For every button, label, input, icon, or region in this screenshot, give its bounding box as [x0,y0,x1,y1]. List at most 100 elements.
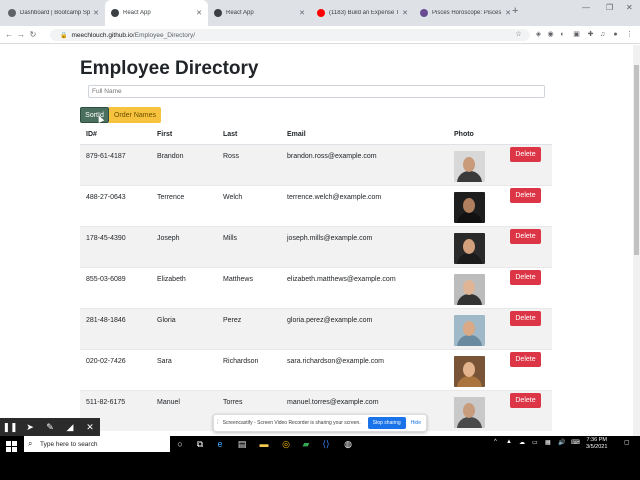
scrollbar-thumb[interactable] [634,65,639,255]
tray-icon[interactable]: ▲ [506,439,512,445]
delete-button[interactable]: Delete [510,269,541,285]
reload-icon[interactable]: ↻ [27,30,39,39]
cortana-icon[interactable]: ○ [174,438,186,450]
close-icon[interactable]: ✕ [80,422,100,433]
back-icon[interactable]: ← [3,30,15,39]
lock-icon: 🔒 [60,32,68,39]
table-row: 879-61-4187 Brandon Ross brandon.ross@examp… [80,143,552,185]
actions-cell: Delete [504,184,552,226]
store-icon[interactable]: ▤ [236,438,248,450]
forward-icon[interactable]: → [15,30,27,39]
taskbar-search-box[interactable]: ⌕ Type here to search [24,436,170,452]
avatar[interactable]: ● [611,30,620,39]
column-header-actions [504,126,552,145]
extension-icon[interactable]: ◈ [534,30,543,39]
menu-icon[interactable]: ⋮ [625,30,634,39]
order-names-button[interactable]: Order Names [109,107,161,123]
search-input[interactable] [88,85,545,98]
column-header-first: First [151,126,217,145]
clock-date: 3/5/2021 [586,444,608,450]
vscode-icon[interactable]: ⟨⟩ [320,438,332,450]
employee-id: 178-45-4390 [80,225,151,267]
pause-icon[interactable]: ❚❚ [0,422,20,433]
stop-sharing-button[interactable]: Stop sharing [367,417,406,429]
delete-button[interactable]: Delete [510,392,541,408]
photo-face [463,156,475,172]
employee-first-name: Elizabeth [151,266,217,308]
chrome-icon[interactable]: ◎ [280,438,292,450]
media-icon[interactable]: ♫ [598,30,607,39]
star-icon[interactable]: ☆ [514,30,523,39]
tray-chevron-icon[interactable]: ^ [494,439,497,445]
photo-cell [448,184,504,226]
edge-icon[interactable]: e [214,438,226,450]
employee-email: terrence.welch@example.com [281,184,448,226]
scrollbar[interactable] [633,45,640,437]
photo-cell [448,225,504,267]
clock[interactable]: 7:36 PM 3/5/2021 [586,437,607,451]
employee-email: sara.richardson@example.com [281,348,448,390]
browser-tab[interactable]: React App ✕ [208,0,311,26]
extension-icon[interactable]: ▣ [572,30,581,39]
page-title: Employee Directory [80,58,259,79]
actions-cell: Delete [504,307,552,349]
column-header-email: Email [281,126,448,145]
network-icon[interactable]: ▦ [545,439,551,446]
column-header-photo: Photo [448,126,504,145]
browser-tab[interactable]: Dashboard | Bootcamp Spot ✕ [2,0,105,26]
tab-close-icon[interactable]: ✕ [299,9,305,17]
photo-shoulders [457,170,482,182]
delete-button[interactable]: Delete [510,228,541,244]
close-window-button[interactable]: ✕ [626,3,633,12]
photo-shoulders [457,416,482,428]
pen-icon[interactable]: ✎ [40,422,60,433]
extension-icon[interactable]: ◐ [558,30,567,39]
eraser-icon[interactable]: ◢ [60,422,80,433]
task-view-icon[interactable]: ⧉ [194,438,206,450]
browser-tab[interactable]: Pisces Horoscope: Pisces Zodiac✕ [414,0,517,26]
photo-shoulders [457,334,482,346]
grip-icon[interactable]: ⁞ [217,420,219,426]
chrome-icon[interactable]: ◍ [342,438,354,450]
employee-photo [454,396,485,428]
puzzle-icon[interactable]: ✚ [586,30,595,39]
employee-last-name: Perez [217,307,281,349]
delete-button[interactable]: Delete [510,146,541,162]
hide-link[interactable]: Hide [411,420,421,426]
tab-bar: Dashboard | Bootcamp Spot ✕ React App ✕ Reac… [0,0,640,26]
volume-icon[interactable]: 🔊 [558,439,565,446]
delete-button[interactable]: Delete [510,351,541,367]
address-bar[interactable]: 🔒 meechlouch.github.io/Employee_Director… [50,29,530,41]
tab-favicon-icon [420,9,428,17]
minimize-button[interactable]: — [582,3,590,12]
employee-id: 020-02-7426 [80,348,151,390]
column-header-id: ID# [80,126,151,145]
battery-icon[interactable]: ▭ [532,439,538,446]
employee-last-name: Matthews [217,266,281,308]
extension-icon[interactable]: ◉ [546,30,555,39]
delete-button[interactable]: Delete [510,187,541,203]
browser-tab[interactable]: React App ✕ [105,0,208,26]
notification-icon[interactable]: ▢ [624,439,630,446]
cloud-icon[interactable]: ☁ [519,439,525,446]
windows-start-icon[interactable] [6,441,18,453]
employee-email: elizabeth.matthews@example.com [281,266,448,308]
tab-close-icon[interactable]: ✕ [196,9,202,17]
new-tab-button[interactable]: + [512,5,518,17]
file-explorer-icon[interactable]: ▬ [258,438,270,450]
pointer-icon[interactable]: ➤ [20,422,40,433]
browser-tab[interactable]: (1183) Build an Expense Tracker✕ [311,0,414,26]
maximize-button[interactable]: ❐ [606,3,613,12]
tab-title: (1183) Build an Expense Tracker [329,10,400,16]
tab-close-icon[interactable]: ✕ [402,9,408,17]
tab-close-icon[interactable]: ✕ [505,9,511,17]
table-row: 178-45-4390 Joseph Mills joseph.mills@examp… [80,225,552,267]
tab-close-icon[interactable]: ✕ [93,9,99,17]
app-icon[interactable]: ▰ [300,438,312,450]
photo-face [463,361,475,377]
sort-id-button[interactable]: SortId [80,107,109,123]
employee-photo [454,191,485,223]
delete-button[interactable]: Delete [510,310,541,326]
keyboard-icon[interactable]: ⌨ [571,439,580,446]
photo-cell [448,307,504,349]
